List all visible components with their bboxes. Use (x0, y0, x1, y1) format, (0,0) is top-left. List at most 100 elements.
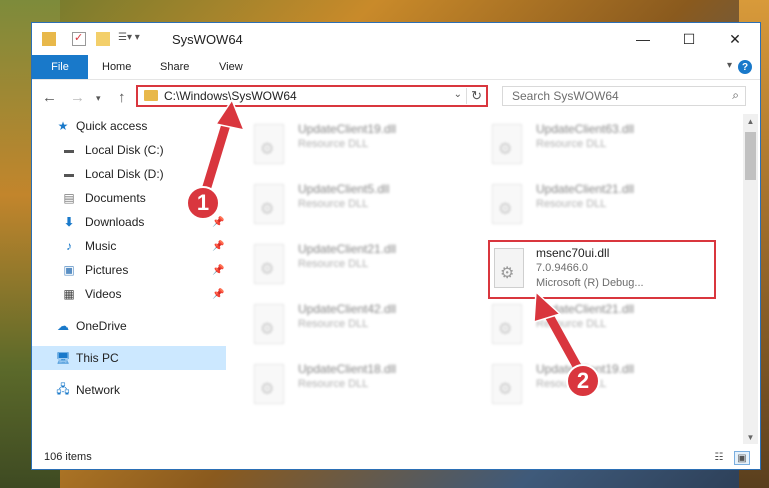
sidebar-item-local-disk-d[interactable]: ▬ Local Disk (D:) (32, 162, 226, 186)
file-tile[interactable]: ⚙ UpdateClient21.dll Resource DLL (228, 238, 458, 294)
file-name: UpdateClient21.dll (298, 242, 397, 256)
chevron-down-icon[interactable]: ⌄ (454, 89, 462, 100)
document-icon: ▤ (63, 191, 75, 205)
search-icon[interactable]: ⌕ (732, 88, 739, 103)
file-tile[interactable]: ⚙ UpdateClient5.dll Resource DLL (228, 178, 458, 234)
file-description: Resource DLL (298, 258, 369, 270)
maximize-button[interactable]: ☐ (666, 23, 712, 55)
sidebar-item-label: Videos (85, 287, 122, 301)
pin-icon[interactable]: 📌 (212, 289, 224, 300)
item-count: 106 items (44, 451, 92, 463)
file-name: UpdateClient42.dll (298, 302, 397, 316)
scroll-down-icon[interactable]: ▼ (743, 430, 758, 444)
new-folder-icon[interactable] (96, 32, 110, 46)
sidebar-item-this-pc[interactable]: 🖥 This PC (32, 346, 226, 370)
file-name: UpdateClient5.dll (298, 182, 390, 196)
pin-icon[interactable]: 📌 (212, 265, 224, 276)
help-button[interactable]: ? (738, 60, 752, 74)
navigation-bar: ← → ▾ ↑ C:\Windows\SysWOW64 ⌄ ↻ Search S… (32, 80, 760, 114)
folder-icon[interactable] (42, 32, 56, 46)
search-placeholder: Search SysWOW64 (512, 89, 619, 103)
dll-file-icon: ⚙ (254, 184, 284, 224)
status-bar: 106 items ☷ ▣ (32, 447, 760, 469)
refresh-icon[interactable]: ↻ (466, 88, 482, 104)
sidebar-item-quick-access[interactable]: ★ Quick access (32, 114, 226, 138)
forward-button[interactable]: → (70, 89, 85, 106)
close-button[interactable]: ✕ (712, 23, 758, 55)
tab-home[interactable]: Home (102, 55, 131, 79)
minimize-button[interactable]: — (620, 23, 666, 55)
pin-icon[interactable]: 📌 (212, 241, 224, 252)
computer-icon: 🖥 (55, 351, 71, 365)
vertical-scrollbar[interactable]: ▲ ▼ (743, 114, 758, 444)
file-tile[interactable]: ⚙ UpdateClient18.dll Resource DLL (228, 358, 458, 414)
callout-badge-1: 1 (186, 186, 220, 220)
sidebar-item-network[interactable]: 🖧 Network (32, 378, 226, 402)
large-icons-view-icon[interactable]: ▣ (734, 451, 750, 465)
sidebar-item-label: OneDrive (76, 319, 127, 333)
video-icon: ▦ (63, 287, 75, 301)
sidebar-item-videos[interactable]: ▦ Videos 📌 (32, 282, 226, 306)
tab-share[interactable]: Share (160, 55, 189, 79)
sidebar-item-music[interactable]: ♪ Music 📌 (32, 234, 226, 258)
cloud-icon: ☁ (57, 319, 69, 333)
file-description: Resource DLL (298, 378, 369, 390)
navigation-pane: ★ Quick access ▬ Local Disk (C:) ▬ Local… (32, 114, 226, 444)
pin-icon[interactable]: 📌 (212, 217, 224, 228)
file-explorer-window: ✓ ☰▾ ▾ SysWOW64 — ☐ ✕ File Home Share Vi… (31, 22, 761, 470)
dll-file-icon: ⚙ (492, 184, 522, 224)
customize-quick-access-icon[interactable]: ☰▾ ▾ (118, 32, 148, 46)
drive-icon: ▬ (64, 144, 74, 156)
file-tile[interactable]: ⚙ UpdateClient21.dll Resource DLL (466, 298, 696, 354)
file-name: UpdateClient63.dll (536, 122, 635, 136)
file-tile[interactable]: ⚙ UpdateClient63.dll Resource DLL (466, 118, 696, 174)
sidebar-item-label: Local Disk (D:) (85, 167, 164, 181)
file-description: Microsoft (R) Debug... (536, 277, 644, 289)
sidebar-item-onedrive[interactable]: ☁ OneDrive (32, 314, 226, 338)
file-name: UpdateClient19.dll (298, 122, 397, 136)
tab-file[interactable]: File (32, 55, 88, 79)
dll-file-icon: ⚙ (492, 124, 522, 164)
ribbon: File Home Share View ▾ ? (32, 55, 760, 80)
drive-icon: ▬ (64, 168, 74, 180)
properties-icon[interactable]: ✓ (72, 32, 86, 46)
sidebar-item-label: Documents (85, 191, 146, 205)
star-icon: ★ (57, 119, 69, 133)
window-title: SysWOW64 (172, 32, 243, 47)
scrollbar-thumb[interactable] (745, 132, 756, 180)
sidebar-item-pictures[interactable]: ▣ Pictures 📌 (32, 258, 226, 282)
file-tile[interactable]: ⚙ UpdateClient19.dll Resource DLL (228, 118, 458, 174)
dll-file-icon: ⚙ (254, 364, 284, 404)
up-button[interactable]: ↑ (118, 89, 126, 106)
file-description: Resource DLL (298, 138, 369, 150)
sidebar-item-label: Pictures (85, 263, 129, 277)
file-name: UpdateClient21.dll (536, 182, 635, 196)
picture-icon: ▣ (63, 263, 75, 277)
address-bar[interactable]: C:\Windows\SysWOW64 ⌄ ↻ (136, 85, 488, 107)
sidebar-item-label: This PC (76, 351, 119, 365)
file-tile[interactable]: ⚙ UpdateClient42.dll Resource DLL (228, 298, 458, 354)
music-icon: ♪ (66, 239, 72, 253)
address-path[interactable]: C:\Windows\SysWOW64 (164, 89, 297, 103)
dll-file-icon: ⚙ (254, 244, 284, 284)
sidebar-item-label: Music (85, 239, 117, 253)
back-button[interactable]: ← (42, 89, 57, 106)
expand-ribbon-icon[interactable]: ▾ (727, 60, 732, 71)
recent-locations-icon[interactable]: ▾ (96, 93, 101, 104)
file-name: msenc70ui.dll (536, 246, 610, 260)
scroll-up-icon[interactable]: ▲ (743, 114, 758, 128)
tab-view[interactable]: View (219, 55, 243, 79)
sidebar-item-label: Local Disk (C:) (85, 143, 164, 157)
sidebar-item-label: Downloads (85, 215, 145, 229)
search-input[interactable]: Search SysWOW64 ⌕ (502, 86, 746, 106)
file-version: 7.0.9466.0 (536, 262, 588, 274)
network-icon: 🖧 (56, 381, 70, 396)
file-description: Resource DLL (298, 198, 369, 210)
details-view-icon[interactable]: ☷ (712, 451, 726, 463)
file-tile[interactable]: ⚙ UpdateClient21.dll Resource DLL (466, 178, 696, 234)
dll-file-icon: ⚙ (254, 304, 284, 344)
file-list: ⚙ UpdateClient19.dll Resource DLL ⚙ Upda… (228, 114, 743, 444)
file-tile-msenc70ui[interactable]: ⚙ msenc70ui.dll 7.0.9466.0 Microsoft (R)… (488, 240, 716, 299)
sidebar-item-local-disk-c[interactable]: ▬ Local Disk (C:) (32, 138, 226, 162)
dll-file-icon: ⚙ (492, 304, 522, 344)
